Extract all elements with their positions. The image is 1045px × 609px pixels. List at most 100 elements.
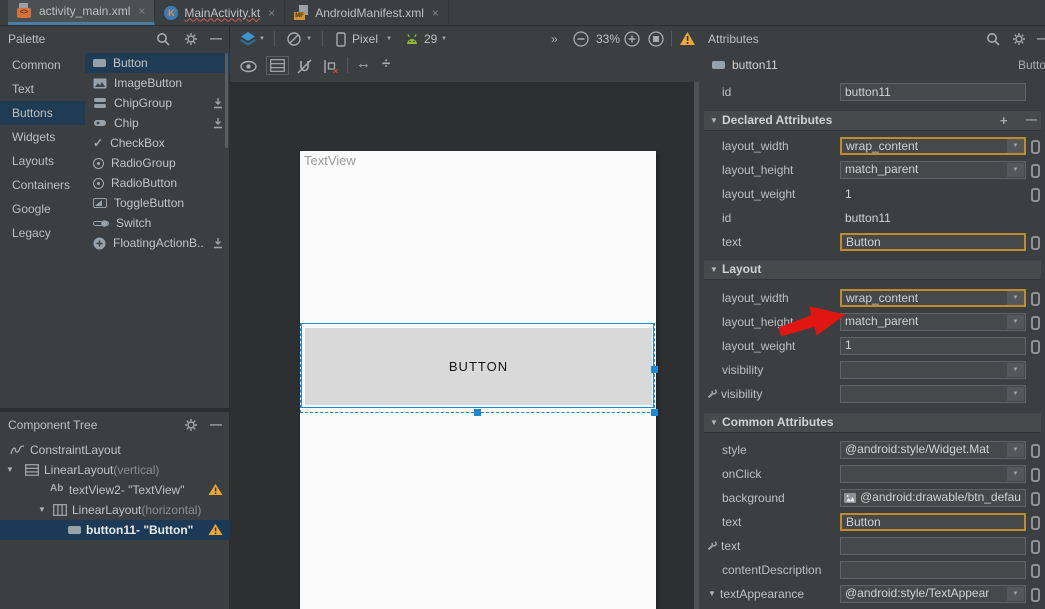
layout-width-dropdown[interactable]: wrap_content▼ xyxy=(840,137,1026,155)
zoom-in-icon[interactable] xyxy=(624,31,640,47)
text-input[interactable]: Button xyxy=(840,233,1026,251)
remove-attribute-icon[interactable]: — xyxy=(1026,111,1037,130)
gear-icon[interactable] xyxy=(184,418,198,432)
palette-item-checkbox[interactable]: ✓ CheckBox xyxy=(85,133,230,153)
tree-item-button11[interactable]: button11- "Button" xyxy=(0,520,230,540)
panel-splitter[interactable] xyxy=(694,82,699,609)
tab-mainactivity-kt[interactable]: K MainActivity.kt × xyxy=(155,0,285,25)
resource-flag-icon[interactable] xyxy=(1031,468,1040,482)
resource-flag-icon[interactable] xyxy=(1031,316,1040,330)
close-icon[interactable]: × xyxy=(432,6,439,20)
tab-androidmanifest-xml[interactable]: MF AndroidManifest.xml × xyxy=(285,0,449,25)
palette-category-containers[interactable]: Containers xyxy=(0,173,85,197)
palette-item-radiogroup[interactable]: RadioGroup xyxy=(85,153,230,173)
palette-scrollbar[interactable] xyxy=(225,53,228,148)
search-icon[interactable] xyxy=(156,32,170,46)
search-icon[interactable] xyxy=(986,32,1000,46)
zoom-out-icon[interactable] xyxy=(573,31,589,47)
api-level-selector[interactable]: 29 xyxy=(424,26,437,52)
resource-flag-icon[interactable] xyxy=(1031,340,1040,354)
resource-flag-icon[interactable] xyxy=(1031,492,1040,506)
layout-weight-value[interactable]: 1 xyxy=(845,182,852,206)
resize-handle-bottom[interactable] xyxy=(474,409,481,416)
chevron-down-icon[interactable]: ▼ xyxy=(38,500,46,520)
horizontal-orientation-icon[interactable]: ↔ xyxy=(356,55,371,72)
tree-item-linearlayout-vertical[interactable]: ▼ LinearLayout(vertical) xyxy=(0,460,230,480)
warning-icon[interactable] xyxy=(208,523,223,536)
palette-item-imagebutton[interactable]: ImageButton xyxy=(85,73,230,93)
onclick-dropdown[interactable]: ▼ xyxy=(840,465,1026,483)
palette-category-text[interactable]: Text xyxy=(0,77,85,101)
orientation-icon[interactable] xyxy=(286,31,302,47)
resource-flag-icon[interactable] xyxy=(1031,516,1040,530)
textappearance-dropdown[interactable]: @android:style/TextAppear▼ xyxy=(840,585,1026,603)
style-dropdown[interactable]: @android:style/Widget.Mat▼ xyxy=(840,441,1026,459)
linear-layout-mode-icon[interactable] xyxy=(266,56,289,75)
device-selector[interactable]: Pixel xyxy=(352,26,378,52)
design-surface-icon[interactable] xyxy=(240,31,256,46)
warnings-icon[interactable] xyxy=(679,31,696,46)
gear-icon[interactable] xyxy=(1012,32,1026,46)
resource-flag-icon[interactable] xyxy=(1031,164,1040,178)
warning-icon[interactable] xyxy=(208,483,223,496)
clear-constraints-icon[interactable]: × xyxy=(322,58,340,75)
button-widget[interactable]: BUTTON xyxy=(305,328,652,405)
resource-flag-icon[interactable] xyxy=(1031,588,1040,602)
palette-item-chip[interactable]: Chip xyxy=(85,113,230,133)
palette-category-buttons[interactable]: Buttons xyxy=(0,101,85,125)
resource-flag-icon[interactable] xyxy=(1031,540,1040,554)
section-layout[interactable]: ▼ Layout xyxy=(704,259,1041,280)
visibility-dropdown[interactable]: ▼ xyxy=(840,361,1026,379)
id-input[interactable]: button11 xyxy=(840,83,1026,101)
close-icon[interactable]: × xyxy=(268,6,275,20)
resource-flag-icon[interactable] xyxy=(1031,564,1040,578)
tab-activity-main-xml[interactable]: <> activity_main.xml × xyxy=(8,0,155,25)
tree-item-constraintlayout[interactable]: ConstraintLayout xyxy=(0,440,230,460)
background-input[interactable]: @android:drawable/btn_defau xyxy=(840,489,1026,507)
view-options-eye-icon[interactable] xyxy=(240,60,257,73)
palette-item-radiobutton[interactable]: RadioButton xyxy=(85,173,230,193)
palette-category-layouts[interactable]: Layouts xyxy=(0,149,85,173)
palette-item-togglebutton[interactable]: ToggleButton xyxy=(85,193,230,213)
minimize-icon[interactable]: — xyxy=(1037,31,1045,45)
resource-flag-icon[interactable] xyxy=(1031,140,1040,154)
palette-item-button[interactable]: Button xyxy=(85,53,230,73)
layout-height-dropdown[interactable]: match_parent▼ xyxy=(840,161,1026,179)
close-icon[interactable]: × xyxy=(138,4,145,18)
chevron-down-icon[interactable]: ▼ xyxy=(708,582,716,606)
id-value[interactable]: button11 xyxy=(845,206,891,230)
layout-width-dropdown[interactable]: wrap_content▼ xyxy=(840,289,1026,307)
distribute-weights-icon[interactable]: ÷ xyxy=(382,55,390,72)
layout-height-dropdown[interactable]: match_parent▼ xyxy=(840,313,1026,331)
palette-category-widgets[interactable]: Widgets xyxy=(0,125,85,149)
palette-category-google[interactable]: Google xyxy=(0,197,85,221)
minimize-icon[interactable]: — xyxy=(210,417,222,431)
palette-item-chipgroup[interactable]: ChipGroup xyxy=(85,93,230,113)
chevron-down-icon[interactable]: ▼ xyxy=(6,460,14,480)
autoconnect-off-magnet-icon[interactable] xyxy=(296,58,313,75)
resource-flag-icon[interactable] xyxy=(1031,292,1040,306)
tree-item-textview2[interactable]: Ab textView2- "TextView" xyxy=(0,480,230,500)
palette-item-floatingactionbutton[interactable]: FloatingActionB... xyxy=(85,233,230,253)
palette-category-common[interactable]: Common xyxy=(0,53,85,77)
resource-flag-icon[interactable] xyxy=(1031,444,1040,458)
section-declared-attributes[interactable]: ▼ Declared Attributes + — xyxy=(704,110,1041,131)
text-input[interactable]: Button xyxy=(840,513,1026,531)
resource-flag-icon[interactable] xyxy=(1031,236,1040,250)
resize-handle-right[interactable] xyxy=(651,366,658,373)
resource-flag-icon[interactable] xyxy=(1031,188,1040,202)
add-attribute-icon[interactable]: + xyxy=(1000,111,1008,130)
palette-item-switch[interactable]: Switch xyxy=(85,213,230,233)
zoom-to-fit-icon[interactable] xyxy=(648,31,664,47)
textview-widget[interactable]: TextView xyxy=(304,153,356,168)
tree-item-linearlayout-horizontal[interactable]: ▼ LinearLayout(horizontal) xyxy=(0,500,230,520)
tools-visibility-dropdown[interactable]: ▼ xyxy=(840,385,1026,403)
toolbar-overflow-icon[interactable]: » xyxy=(551,26,558,52)
chevron-down-icon[interactable]: ▼ xyxy=(441,36,447,42)
minimize-icon[interactable]: — xyxy=(210,31,222,45)
contentdescription-input[interactable] xyxy=(840,561,1026,579)
chevron-down-icon[interactable]: ▼ xyxy=(259,36,265,42)
palette-category-legacy[interactable]: Legacy xyxy=(0,221,85,245)
chevron-down-icon[interactable]: ▼ xyxy=(386,36,392,42)
section-common-attributes[interactable]: ▼ Common Attributes xyxy=(704,412,1041,433)
